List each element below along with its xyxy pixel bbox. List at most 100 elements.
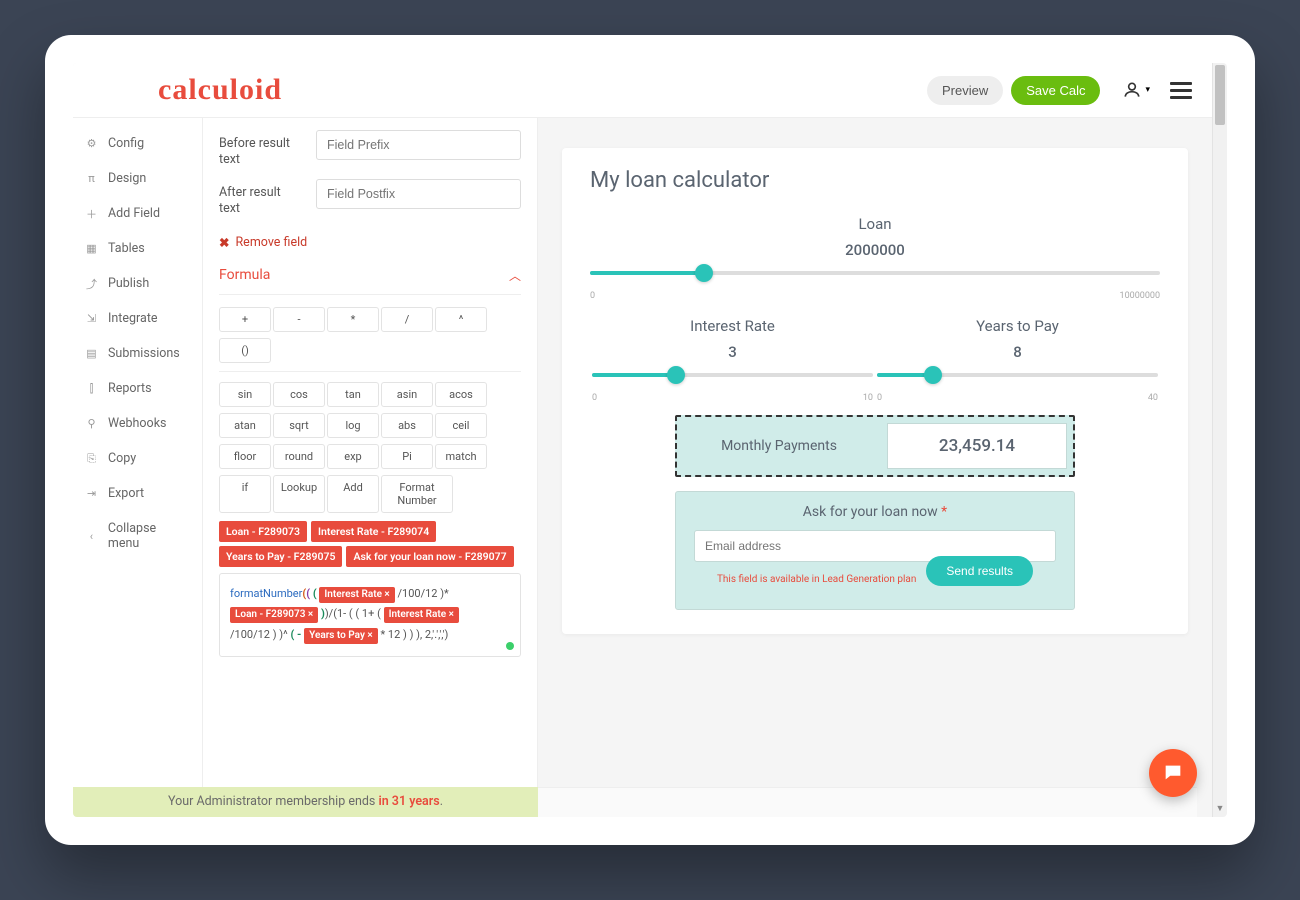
formula-token[interactable]: Interest Rate ×	[384, 607, 459, 623]
nav-icon: ⚙	[85, 137, 98, 150]
op-atan[interactable]: atan	[219, 413, 271, 438]
ask-box: Ask for your loan now * This field is av…	[675, 491, 1075, 610]
formula-text: ( -	[290, 628, 301, 641]
sidebar-item-submissions[interactable]: ▤ Submissions	[73, 336, 202, 371]
save-calc-button[interactable]: Save Calc	[1011, 76, 1100, 105]
before-result-label: Before result text	[219, 130, 304, 167]
op-match[interactable]: match	[435, 444, 487, 469]
result-value: 23,459.14	[887, 423, 1067, 469]
field-chip[interactable]: Ask for your loan now - F289077	[346, 546, 513, 567]
op-floor[interactable]: floor	[219, 444, 271, 469]
sidebar-item-webhooks[interactable]: ⚲Webhooks	[73, 406, 202, 441]
op-[interactable]: +	[219, 307, 271, 332]
nav-label: Reports	[108, 381, 152, 396]
after-result-label: After result text	[219, 179, 304, 216]
footer-bold: in 31 years	[378, 794, 439, 809]
nav-icon: ⫿	[85, 382, 98, 395]
op-tan[interactable]: tan	[327, 382, 379, 407]
nav-label: Tables	[108, 241, 145, 256]
years-slider[interactable]	[877, 365, 1158, 391]
op-lookup[interactable]: Lookup	[273, 475, 325, 513]
sidebar-item-integrate[interactable]: ⇲Integrate	[73, 301, 202, 336]
footer: Your Administrator membership ends in 31…	[73, 787, 1197, 817]
field-chip[interactable]: Years to Pay - F289075	[219, 546, 342, 567]
calc-title: My loan calculator	[590, 168, 1160, 193]
sidebar-item-publish[interactable]: ⤴Publish	[73, 266, 202, 301]
sidebar-item-design[interactable]: πDesign	[73, 161, 202, 196]
vertical-scrollbar[interactable]: ▲ ▼	[1212, 63, 1227, 817]
sidebar-item-config[interactable]: ⚙Config	[73, 126, 202, 161]
brand-logo[interactable]: calculoid	[158, 73, 282, 107]
op-exp[interactable]: exp	[327, 444, 379, 469]
field-postfix-input[interactable]	[316, 179, 521, 209]
footer-text: Your Administrator membership ends	[168, 794, 378, 809]
formula-section-title: Formula	[219, 267, 270, 283]
preview-button[interactable]: Preview	[927, 76, 1003, 105]
result-label: Monthly Payments	[677, 422, 881, 470]
nav-icon: ⎘	[85, 452, 98, 465]
op-[interactable]: ()	[219, 338, 271, 363]
sidebar-item-reports[interactable]: ⫿ Reports	[73, 371, 202, 406]
op-log[interactable]: log	[327, 413, 379, 438]
calculator-card: My loan calculator Loan 2000000 01000000…	[562, 148, 1188, 634]
op-cos[interactable]: cos	[273, 382, 325, 407]
remove-field-link[interactable]: ✖ Remove field	[219, 235, 307, 251]
op-[interactable]: -	[273, 307, 325, 332]
field-chip[interactable]: Loan - F289073	[219, 521, 307, 542]
sidebar-item-add-field[interactable]: ＋Add Field	[73, 196, 202, 231]
formula-token[interactable]: Years to Pay ×	[304, 628, 378, 644]
rate-min: 0	[592, 393, 597, 403]
sidebar-item-collapse-menu[interactable]: ‹Collapse menu	[73, 511, 202, 561]
required-icon: *	[941, 504, 947, 520]
remove-field-label: Remove field	[235, 235, 307, 250]
collapse-formula-icon[interactable]: ︿	[509, 267, 521, 284]
op-add[interactable]: Add	[327, 475, 379, 513]
nav-label: Integrate	[108, 311, 158, 326]
nav-label: Copy	[108, 451, 136, 466]
op-round[interactable]: round	[273, 444, 325, 469]
op-ceil[interactable]: ceil	[435, 413, 487, 438]
op-[interactable]: /	[381, 307, 433, 332]
result-box[interactable]: Monthly Payments 23,459.14	[675, 415, 1075, 477]
sidebar-item-tables[interactable]: ▦Tables	[73, 231, 202, 266]
op-if[interactable]: if	[219, 475, 271, 513]
nav-label: Collapse menu	[108, 521, 190, 551]
footer-suffix: .	[440, 794, 443, 809]
op-pi[interactable]: Pi	[381, 444, 433, 469]
formula-token[interactable]: Interest Rate ×	[319, 587, 394, 603]
rate-slider[interactable]	[592, 365, 873, 391]
x-icon: ✖	[219, 235, 229, 251]
nav-icon: π	[85, 172, 98, 185]
op-[interactable]: *	[327, 307, 379, 332]
preview-panel: My loan calculator Loan 2000000 01000000…	[538, 118, 1212, 817]
op-[interactable]: ^	[435, 307, 487, 332]
nav-label: Export	[108, 486, 144, 501]
formula-editor[interactable]: formatNumber(( ( Interest Rate × /100/12…	[219, 573, 521, 658]
years-value: 8	[877, 341, 1158, 363]
loan-slider[interactable]	[590, 263, 1160, 289]
formula-text: /100/12 ) )	[230, 628, 283, 641]
nav-icon: ▤	[85, 347, 98, 360]
send-results-button[interactable]: Send results	[926, 556, 1033, 586]
op-abs[interactable]: abs	[381, 413, 433, 438]
op-acos[interactable]: acos	[435, 382, 487, 407]
scroll-thumb[interactable]	[1215, 65, 1225, 125]
chat-fab[interactable]	[1149, 749, 1197, 797]
formula-token[interactable]: Loan - F289073 ×	[230, 607, 318, 623]
nav-icon: ⇥	[85, 487, 98, 500]
field-prefix-input[interactable]	[316, 130, 521, 160]
op-sqrt[interactable]: sqrt	[273, 413, 325, 438]
field-chip[interactable]: Interest Rate - F289074	[311, 521, 436, 542]
user-menu[interactable]: ▾	[1122, 80, 1150, 100]
topbar: calculoid Preview Save Calc ▾	[73, 63, 1212, 118]
op-sin[interactable]: sin	[219, 382, 271, 407]
op-asin[interactable]: asin	[381, 382, 433, 407]
sidebar-item-copy[interactable]: ⎘ Copy	[73, 441, 202, 476]
sidebar-item-export[interactable]: ⇥ Export	[73, 476, 202, 511]
scroll-down-icon[interactable]: ▼	[1213, 802, 1227, 817]
hamburger-menu-icon[interactable]	[1170, 82, 1192, 99]
op-formatnumber[interactable]: Format Number	[381, 475, 453, 513]
years-min: 0	[877, 393, 882, 403]
nav-label: Submissions	[108, 346, 180, 361]
nav-label: Publish	[108, 276, 149, 291]
